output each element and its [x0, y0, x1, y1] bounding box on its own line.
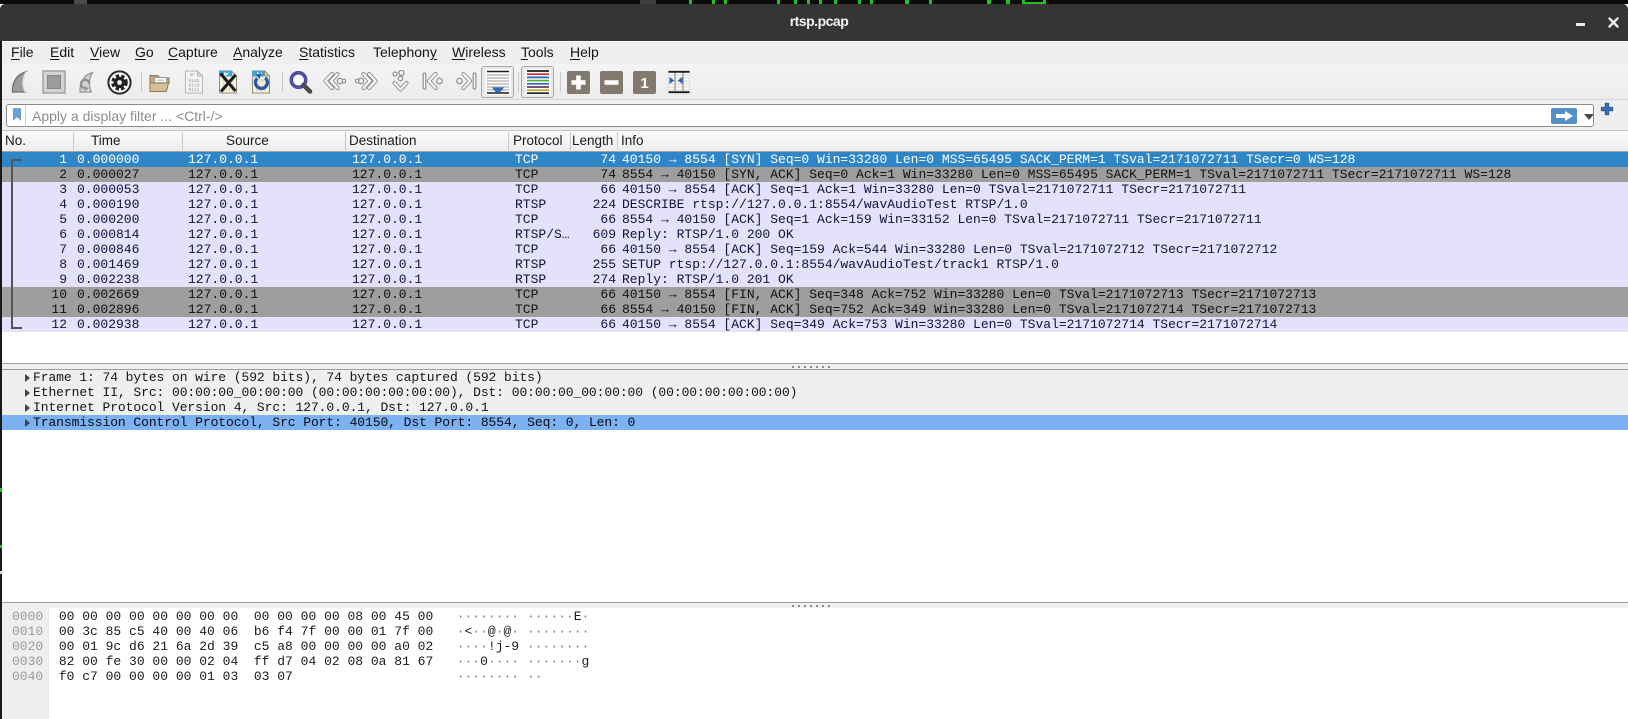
svg-text:1: 1 — [640, 75, 648, 92]
svg-text:0111: 0111 — [189, 87, 200, 93]
